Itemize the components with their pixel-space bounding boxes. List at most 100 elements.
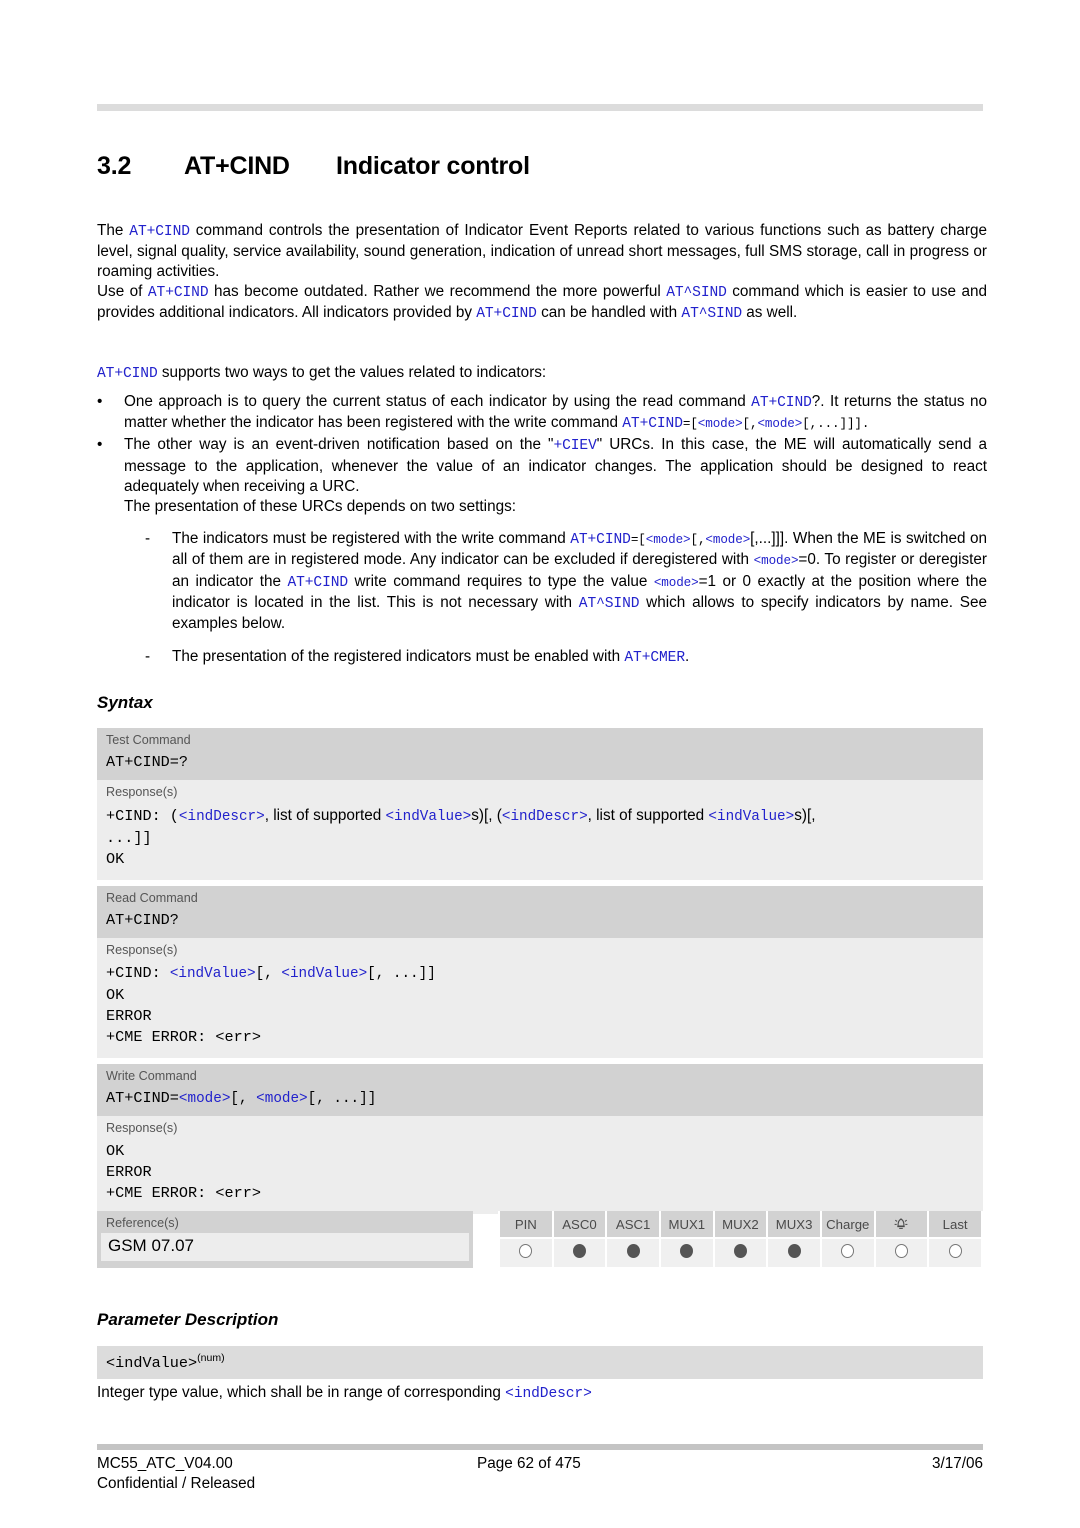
list-item: • The other way is an event-driven notif…: [97, 435, 987, 517]
at-cind-code: AT+CIND: [147, 285, 209, 301]
mode-param: <mode>: [697, 417, 743, 432]
reference-and-indicator-row: Reference(s) GSM 07.07 PIN ASC0 ASC1 MUX…: [97, 1211, 983, 1268]
at-sind-code: AT^SIND: [666, 285, 727, 301]
indicator-col-pin: PIN: [498, 1211, 554, 1238]
bullet-list: • One approach is to query the current s…: [97, 392, 987, 668]
indicator-col-charge: Charge: [819, 1211, 876, 1238]
mode-param: <mode>: [178, 1091, 231, 1107]
at-cind-code: AT+CIND: [622, 416, 683, 433]
write-response-body: OK ERROR +CME ERROR: <err>: [97, 1138, 983, 1214]
at-cind-code: AT+CIND: [129, 224, 190, 240]
indicator-col-mux2: MUX2: [712, 1211, 769, 1238]
reference-label: Reference(s): [106, 1216, 179, 1230]
parameter-type: (num): [197, 1352, 225, 1364]
indicator-val-asc1: [605, 1237, 661, 1267]
mode-param: <mode>: [753, 554, 799, 569]
s2-a: The presentation of the registered indic…: [172, 648, 625, 666]
indicator-col-mux1: MUX1: [658, 1211, 715, 1238]
indicator-support-table: PIN ASC0 ASC1 MUX1 MUX2 MUX3 Charge Last: [498, 1211, 983, 1267]
reference-box: Reference(s) GSM 07.07: [97, 1211, 473, 1268]
indicator-val-mux1: [658, 1237, 715, 1267]
test-response-body: +CIND: (<indDescr>, list of supported <i…: [97, 802, 983, 880]
section-title-text: Indicator control: [336, 152, 530, 180]
footer-date: 3/17/06: [931, 1455, 983, 1472]
t-t4: s)[,: [794, 807, 816, 824]
header-rule: [97, 104, 983, 111]
indicator-val-mux2: [712, 1237, 769, 1267]
state-dot-on: [572, 1244, 586, 1258]
sub-bullet-2-text: The presentation of the registered indic…: [172, 647, 987, 668]
intro-p2-b: has become outdated. Rather we recommend…: [208, 283, 667, 300]
w-t2: [, ...]]: [307, 1091, 377, 1107]
mode-param: <mode>: [705, 533, 751, 548]
indvalue-param: <indValue>: [281, 966, 368, 982]
r-ok: OK: [106, 986, 125, 1004]
intro-p2-d: can be handled with: [536, 304, 682, 322]
r-cme-a: +CME ERROR:: [106, 1028, 216, 1046]
mode-param: <mode>: [653, 575, 699, 590]
intro-p2-a: Use of: [97, 283, 148, 300]
s1-e: write command requires to type the value: [348, 572, 654, 590]
parameter-description-heading: Parameter Description: [97, 1310, 279, 1329]
indicator-col-alarm: [873, 1211, 930, 1238]
parameter-name-band: <indValue>(num): [97, 1346, 983, 1380]
at-cind-code: AT+CIND: [287, 574, 349, 591]
footer-rule: [97, 1444, 983, 1450]
page-footer: MC55_ATC_V04.00 Page 62 of 475 3/17/06 C…: [97, 1455, 983, 1493]
t-prefix: +CIND: (: [106, 807, 179, 825]
t-ok: OK: [106, 850, 125, 868]
r-t2: [, ...]]: [367, 966, 436, 982]
mode-param: <mode>: [757, 417, 803, 432]
section-command: AT+CIND: [184, 152, 290, 180]
write-command-syntax: AT+CIND=<mode>[, <mode>[, ...]]: [97, 1086, 983, 1116]
footer-classification: Confidential / Released: [97, 1475, 256, 1492]
write-command-label: Write Command: [97, 1064, 983, 1086]
syntax-tables: Test Command AT+CIND=? Response(s) +CIND…: [97, 728, 983, 1220]
indicator-val-mux3: [766, 1237, 822, 1267]
write-command-block: Write Command AT+CIND=<mode>[, <mode>[, …: [97, 1064, 983, 1214]
b1-d: [,...]]].: [802, 417, 870, 432]
inddescr-param: <indDescr>: [178, 809, 265, 825]
s1-eq: =[: [630, 533, 646, 548]
intro-p1-b: command controls the presentation of Ind…: [97, 222, 987, 281]
bullet-1-text: One approach is to query the current sta…: [124, 392, 987, 434]
w-prefix: AT+CIND=: [106, 1089, 179, 1107]
b1-eq: =[: [682, 417, 698, 432]
at-cind-code: AT+CIND: [97, 366, 158, 382]
indicator-col-asc0: ASC0: [551, 1211, 608, 1238]
w-cme-a: +CME ERROR:: [106, 1184, 216, 1202]
indicator-val-charge: [819, 1237, 876, 1267]
read-command-label: Read Command: [97, 886, 983, 908]
indicator-val-asc0: [551, 1237, 608, 1267]
page-title: 3.2 AT+CIND Indicator control: [97, 152, 987, 181]
bullet-marker: •: [97, 436, 103, 454]
sub-bullet-1-text: The indicators must be registered with t…: [172, 529, 987, 634]
test-response-label: Response(s): [97, 780, 983, 802]
err-param: <err>: [215, 1028, 261, 1046]
r-t1: [,: [255, 966, 282, 982]
state-dot-off: [519, 1244, 533, 1258]
test-command-block: Test Command AT+CIND=? Response(s) +CIND…: [97, 728, 983, 880]
parameter-name: <indValue>: [106, 1354, 198, 1373]
syntax-heading: Syntax: [97, 693, 153, 712]
at-cind-code: AT+CIND: [751, 395, 812, 411]
footer-page-number: Page 62 of 475: [477, 1455, 581, 1472]
err-param: <err>: [215, 1184, 261, 1202]
w-t1: [,: [230, 1091, 257, 1107]
t-t2: s)[, (: [471, 807, 502, 824]
b1-a: One approach is to query the current sta…: [124, 393, 752, 410]
read-command-block: Read Command AT+CIND? Response(s) +CIND:…: [97, 886, 983, 1058]
intro-paragraph-2: Use of AT+CIND has become outdated. Rath…: [97, 282, 987, 324]
indvalue-param: <indValue>: [708, 809, 795, 825]
at-sind-code: AT^SIND: [681, 306, 743, 323]
mode-param: <mode>: [256, 1091, 308, 1107]
intro-p1-a: The: [97, 222, 130, 239]
state-dot-off: [841, 1244, 855, 1258]
document-page: 3.2 AT+CIND Indicator control The AT+CIND …: [0, 0, 1080, 1528]
test-command-syntax: AT+CIND=?: [97, 750, 983, 780]
bullet-2-text: The other way is an event-driven notific…: [124, 435, 987, 517]
s2-b: .: [684, 648, 690, 666]
indicator-col-mux3: MUX3: [766, 1211, 822, 1238]
state-dot-on: [733, 1244, 747, 1258]
alarm-icon: [891, 1215, 911, 1234]
